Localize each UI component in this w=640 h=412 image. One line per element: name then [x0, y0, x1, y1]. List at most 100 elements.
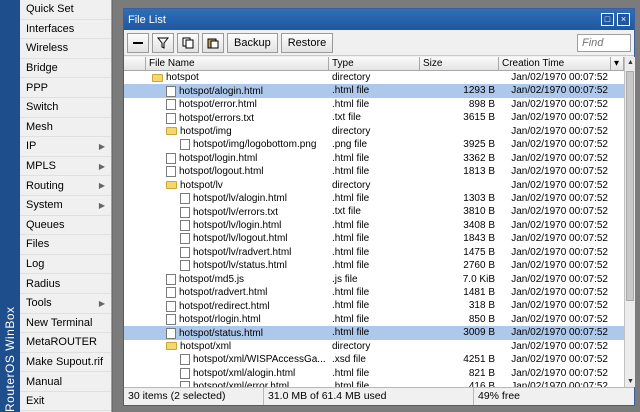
table-row[interactable]: hotspot/img directory Jan/02/1970 00:07:52: [124, 125, 624, 138]
sidebar-item-routing[interactable]: Routing ▶: [20, 176, 111, 196]
find-input[interactable]: [577, 33, 631, 52]
row-select-cell[interactable]: [124, 205, 146, 218]
row-select-cell[interactable]: [124, 152, 146, 165]
table-row[interactable]: hotspot/errors.txt .txt file 3615 B Jan/02/…: [124, 111, 624, 124]
header-select-cell[interactable]: [124, 57, 146, 70]
table-row[interactable]: hotspot/md5.js .js file 7.0 KiB Jan/02/1970…: [124, 273, 624, 286]
table-row[interactable]: hotspot/lv/radvert.html .html file 1475 B J…: [124, 246, 624, 259]
row-select-cell[interactable]: [124, 111, 146, 124]
table-row[interactable]: hotspot/xml/WISPAccessGa... .xsd file 4251…: [124, 353, 624, 366]
sidebar-item-tools[interactable]: Tools ▶: [20, 294, 111, 314]
sidebar-item-log[interactable]: Log: [20, 255, 111, 275]
cell-size: [420, 71, 499, 84]
table-row[interactable]: hotspot/lv/login.html .html file 3408 B Jan…: [124, 219, 624, 232]
close-icon[interactable]: ×: [617, 13, 630, 26]
row-select-cell[interactable]: [124, 353, 146, 366]
row-select-cell[interactable]: [124, 232, 146, 245]
table-row[interactable]: hotspot/error.html .html file 898 B Jan/02/…: [124, 98, 624, 111]
restore-button[interactable]: Restore: [280, 32, 334, 53]
table-row[interactable]: hotspot/status.html .html file 3009 B Jan/0…: [124, 326, 624, 340]
scroll-down-icon[interactable]: ▼: [625, 376, 636, 387]
column-header-file-name[interactable]: File Name: [146, 57, 329, 70]
row-select-cell[interactable]: [124, 71, 146, 84]
table-row[interactable]: hotspot/radvert.html .html file 1481 B Jan/…: [124, 286, 624, 299]
row-select-cell[interactable]: [124, 286, 146, 299]
table-row[interactable]: hotspot/img/logobottom.png .png file 3925 …: [124, 138, 624, 151]
row-select-cell[interactable]: [124, 246, 146, 259]
scroll-up-icon[interactable]: ▲: [625, 57, 636, 68]
maximize-icon[interactable]: □: [601, 13, 614, 26]
remove-button[interactable]: [127, 32, 149, 53]
row-select-cell[interactable]: [124, 259, 146, 272]
file-name-text: hotspot/login.html: [179, 152, 258, 164]
table-row[interactable]: hotspot directory Jan/02/1970 00:07:52: [124, 71, 624, 84]
sidebar-item-new-terminal[interactable]: New Terminal: [20, 314, 111, 334]
scroll-thumb[interactable]: [626, 71, 634, 301]
table-row[interactable]: hotspot/login.html .html file 3362 B Jan/02…: [124, 152, 624, 165]
sidebar-item-wireless[interactable]: Wireless: [20, 39, 111, 59]
folder-icon: [166, 127, 177, 136]
row-select-cell[interactable]: [124, 179, 146, 192]
table-row[interactable]: hotspot/lv directory Jan/02/1970 00:07:52: [124, 179, 624, 192]
table-row[interactable]: hotspot/redirect.html .html file 318 B Jan/…: [124, 299, 624, 312]
backup-button[interactable]: Backup: [227, 32, 278, 53]
file-name-text: hotspot/lv/login.html: [193, 220, 282, 232]
sidebar-item-quick-set[interactable]: Quick Set: [20, 0, 111, 20]
sidebar-item-metarouter[interactable]: MetaROUTER: [20, 333, 111, 353]
row-select-cell[interactable]: [124, 219, 146, 232]
row-select-cell[interactable]: [124, 326, 146, 339]
sidebar-item-ip[interactable]: IP ▶: [20, 137, 111, 157]
row-select-cell[interactable]: [124, 192, 146, 205]
table-row[interactable]: hotspot/xml/error.html .html file 416 B Jan…: [124, 380, 624, 387]
row-select-cell[interactable]: [124, 367, 146, 380]
cell-file-name: hotspot/redirect.html: [146, 299, 329, 312]
row-select-cell[interactable]: [124, 313, 146, 326]
sidebar-item-exit[interactable]: Exit: [20, 392, 111, 412]
window-titlebar[interactable]: File List □ ×: [124, 9, 634, 30]
sidebar-item-queues[interactable]: Queues: [20, 216, 111, 236]
sidebar-item-ppp[interactable]: PPP: [20, 78, 111, 98]
filter-button[interactable]: [152, 32, 174, 53]
sidebar-item-mpls[interactable]: MPLS ▶: [20, 157, 111, 177]
row-select-cell[interactable]: [124, 98, 146, 111]
table-row[interactable]: hotspot/rlogin.html .html file 850 B Jan/02…: [124, 313, 624, 326]
row-select-cell[interactable]: [124, 340, 146, 353]
table-row[interactable]: hotspot/alogin.html .html file 1293 B Jan/0…: [124, 84, 624, 98]
column-menu-button[interactable]: ▾: [611, 57, 624, 70]
table-row[interactable]: hotspot/lv/alogin.html .html file 1303 B Ja…: [124, 192, 624, 205]
row-select-cell[interactable]: [124, 299, 146, 312]
paste-button[interactable]: [202, 32, 224, 53]
table-row[interactable]: hotspot/logout.html .html file 1813 B Jan/0…: [124, 165, 624, 178]
row-select-cell[interactable]: [124, 125, 146, 138]
table-row[interactable]: hotspot/lv/errors.txt .txt file 3810 B Jan/…: [124, 205, 624, 218]
sidebar-item-files[interactable]: Files: [20, 235, 111, 255]
table-row[interactable]: hotspot/xml/alogin.html .html file 821 B Ja…: [124, 367, 624, 380]
vertical-scrollbar[interactable]: ▲ ▼: [624, 57, 635, 387]
cell-creation-time: Jan/02/1970 00:07:52: [511, 112, 608, 124]
file-icon: [180, 354, 190, 366]
sidebar-item-switch[interactable]: Switch: [20, 98, 111, 118]
column-header-type[interactable]: Type: [329, 57, 420, 70]
sidebar-item-mesh[interactable]: Mesh: [20, 118, 111, 138]
column-header-creation-time[interactable]: Creation Time: [499, 57, 611, 70]
row-select-cell[interactable]: [124, 273, 146, 286]
table-row[interactable]: hotspot/lv/logout.html .html file 1843 B Ja…: [124, 232, 624, 245]
table-row[interactable]: hotspot/lv/status.html .html file 2760 B Ja…: [124, 259, 624, 272]
row-select-cell[interactable]: [124, 138, 146, 151]
row-select-cell[interactable]: [124, 165, 146, 178]
column-header-size[interactable]: Size: [420, 57, 499, 70]
table-row[interactable]: hotspot/xml directory Jan/02/1970 00:07:52: [124, 340, 624, 353]
row-select-cell[interactable]: [124, 380, 146, 387]
sidebar-item-interfaces[interactable]: Interfaces: [20, 20, 111, 40]
sidebar-item-bridge[interactable]: Bridge: [20, 59, 111, 79]
row-select-cell[interactable]: [124, 84, 146, 97]
file-name-text: hotspot/redirect.html: [179, 300, 270, 312]
file-icon: [166, 166, 176, 178]
sidebar-item-radius[interactable]: Radius: [20, 274, 111, 294]
folder-icon: [166, 342, 177, 351]
sidebar-item-manual[interactable]: Manual: [20, 372, 111, 392]
sidebar-item-system[interactable]: System ▶: [20, 196, 111, 216]
sidebar-item-make-supout-rif[interactable]: Make Supout.rif: [20, 353, 111, 373]
cell-file-name: hotspot/lv: [146, 179, 329, 192]
copy-button[interactable]: [177, 32, 199, 53]
